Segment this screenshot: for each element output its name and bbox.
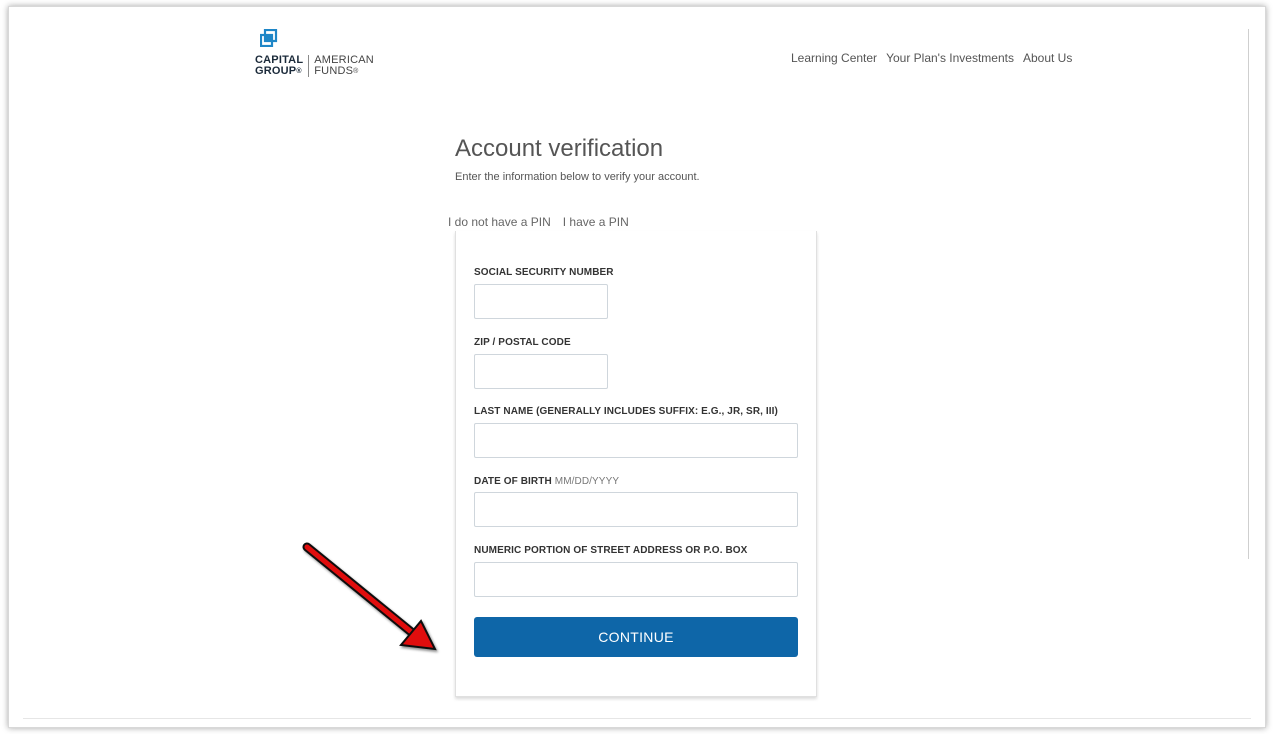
page-scroll-track[interactable]: [1248, 29, 1249, 559]
logo-american-funds-text: AMERICAN FUNDS®: [314, 55, 374, 77]
last-name-label: LAST NAME (GENERALLY INCLUDES SUFFIX: E.…: [474, 406, 778, 417]
tab-no-pin[interactable]: I do not have a PIN: [448, 215, 551, 229]
logo-funds: FUNDS: [314, 65, 354, 77]
zip-input[interactable]: [474, 354, 608, 389]
nav-learning-center[interactable]: Learning Center: [791, 51, 877, 65]
zip-label: ZIP / POSTAL CODE: [474, 337, 571, 348]
nav-plan-investments[interactable]: Your Plan's Investments: [886, 51, 1014, 65]
red-arrow-icon: [302, 542, 437, 651]
footer-divider: [23, 718, 1251, 719]
dob-label: DATE OF BIRTH MM/DD/YYYY: [474, 476, 619, 487]
tab-have-pin[interactable]: I have a PIN: [563, 215, 629, 229]
pin-tabs: I do not have a PIN I have a PIN: [448, 215, 629, 229]
ssn-input[interactable]: [474, 284, 608, 319]
continue-button[interactable]: CONTINUE: [474, 617, 798, 657]
page-title: Account verification: [455, 135, 664, 162]
logo-reg-mark: ®: [296, 68, 302, 75]
dob-input[interactable]: [474, 492, 798, 527]
verification-form: SOCIAL SECURITY NUMBER ZIP / POSTAL CODE…: [455, 231, 817, 697]
dob-format-hint: MM/DD/YYYY: [554, 476, 620, 487]
logo-separator: [308, 55, 310, 77]
street-number-input[interactable]: [474, 562, 798, 597]
logo-group: GROUP: [255, 65, 297, 77]
logo-wordmark: CAPITAL GROUP® AMERICAN FUNDS®: [255, 55, 374, 77]
page-subtitle: Enter the information below to verify yo…: [455, 171, 700, 183]
last-name-input[interactable]: [474, 423, 798, 458]
browser-frame: CAPITAL GROUP® AMERICAN FUNDS® Learning …: [8, 6, 1266, 728]
nav-about-us[interactable]: About Us: [1023, 51, 1072, 65]
logo-reg-mark-2: ®: [353, 68, 359, 75]
capital-group-mark-icon: [260, 29, 278, 47]
logo-capital-group-text: CAPITAL GROUP®: [255, 55, 303, 77]
street-label: NUMERIC PORTION OF STREET ADDRESS OR P.O…: [474, 545, 748, 556]
top-navigation: Learning Center Your Plan's Investments …: [791, 51, 1072, 65]
dob-label-text: DATE OF BIRTH: [474, 476, 552, 487]
ssn-label: SOCIAL SECURITY NUMBER: [474, 267, 614, 278]
capital-group-logo[interactable]: CAPITAL GROUP® AMERICAN FUNDS®: [255, 29, 385, 89]
